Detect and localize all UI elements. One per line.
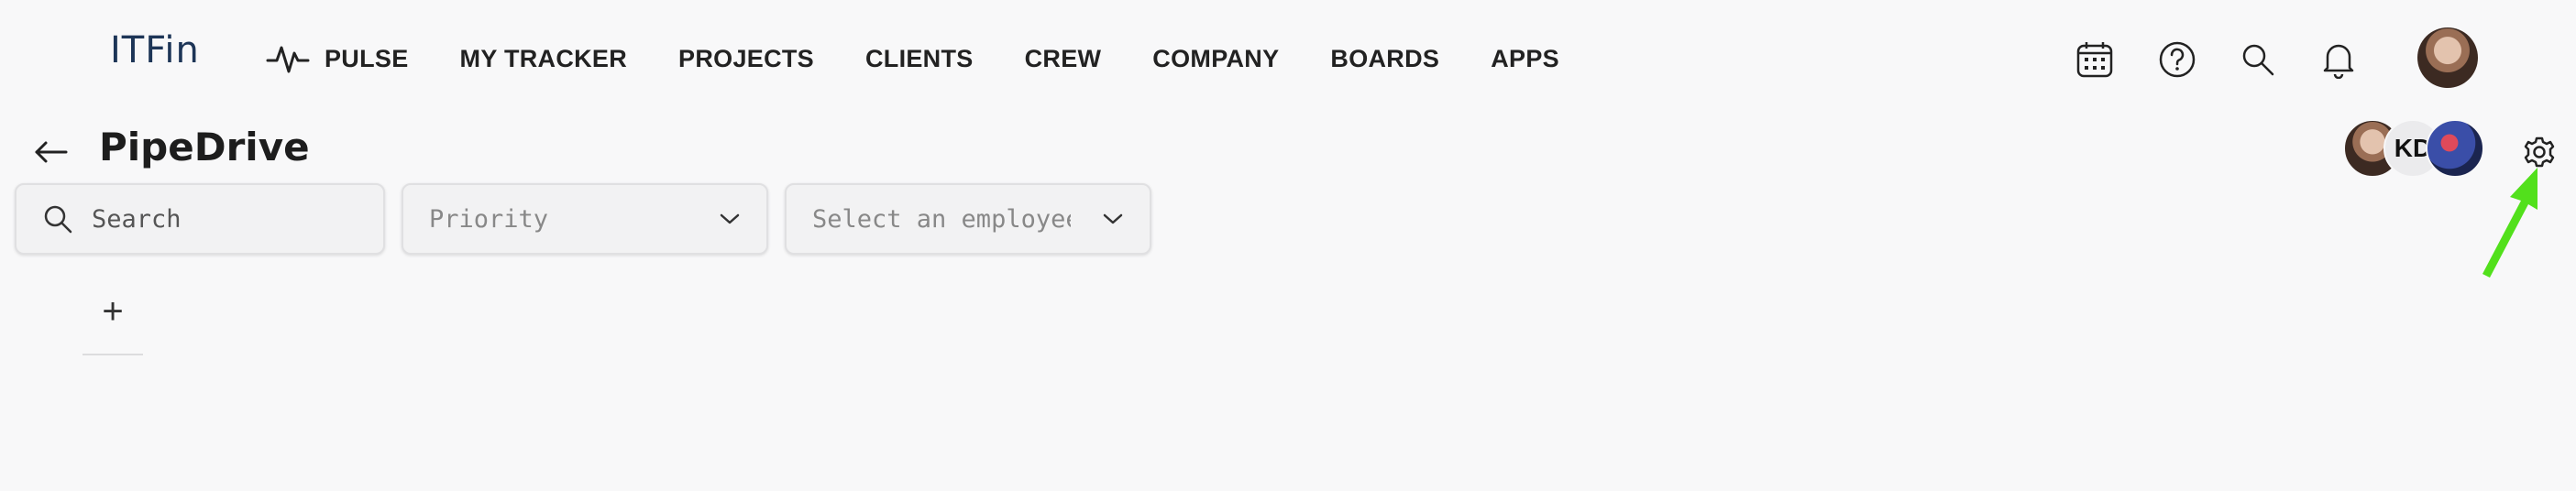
nav-item-label: APPS xyxy=(1491,44,1559,72)
nav-item-label: CREW xyxy=(1024,44,1102,72)
help-button[interactable] xyxy=(2156,38,2198,81)
nav-item-apps[interactable]: APPS xyxy=(1491,45,1559,73)
nav-item-my-tracker[interactable]: MY TRACKER xyxy=(460,45,628,73)
user-avatar[interactable] xyxy=(2417,27,2478,88)
app-logo[interactable]: ITFin xyxy=(110,29,200,71)
page-title: PipeDrive xyxy=(99,125,310,169)
nav-item-label: PROJECTS xyxy=(678,44,814,72)
back-button[interactable] xyxy=(31,132,72,172)
chevron-down-icon xyxy=(720,213,740,224)
search-placeholder: Search xyxy=(92,204,182,234)
calendar-icon xyxy=(2076,42,2113,78)
help-icon xyxy=(2159,41,2196,78)
chevron-down-icon xyxy=(1103,213,1123,224)
search-icon xyxy=(44,205,72,234)
priority-select[interactable]: Priority xyxy=(402,183,768,255)
employee-placeholder: Select an employee xyxy=(812,204,1071,234)
filter-bar: Search Priority Select an employee xyxy=(15,183,1168,255)
nav-item-label: BOARDS xyxy=(1330,44,1440,72)
page-header: PipeDrive KD xyxy=(0,119,2576,183)
nav-item-label: PULSE xyxy=(325,44,409,72)
add-column-button[interactable]: + xyxy=(83,291,143,355)
nav-item-label: COMPANY xyxy=(1152,44,1280,72)
nav-item-crew[interactable]: CREW xyxy=(1025,45,1102,73)
search-input[interactable]: Search xyxy=(15,183,385,255)
nav-item-boards[interactable]: BOARDS xyxy=(1330,45,1439,73)
arrow-left-icon xyxy=(35,141,68,163)
main-nav: PULSE MY TRACKER PROJECTS CLIENTS CREW C… xyxy=(266,40,1611,77)
bell-icon xyxy=(2323,44,2354,79)
nav-item-company[interactable]: COMPANY xyxy=(1152,45,1279,73)
nav-item-projects[interactable]: PROJECTS xyxy=(678,45,814,73)
pulse-icon xyxy=(266,46,310,73)
search-button[interactable] xyxy=(2237,38,2279,81)
nav-item-label: CLIENTS xyxy=(864,44,974,72)
nav-item-clients[interactable]: CLIENTS xyxy=(865,45,974,73)
notifications-button[interactable] xyxy=(2317,38,2360,81)
priority-placeholder: Priority xyxy=(429,204,549,234)
nav-item-label: MY TRACKER xyxy=(459,44,628,72)
calendar-button[interactable] xyxy=(2074,38,2116,81)
nav-item-pulse[interactable]: PULSE xyxy=(266,40,409,77)
top-navigation-bar: ITFin PULSE MY TRACKER PROJECTS CLIENTS … xyxy=(0,0,2576,119)
employee-select[interactable]: Select an employee xyxy=(785,183,1151,255)
annotation-arrow-icon xyxy=(2482,168,2537,278)
search-icon xyxy=(2242,44,2274,76)
